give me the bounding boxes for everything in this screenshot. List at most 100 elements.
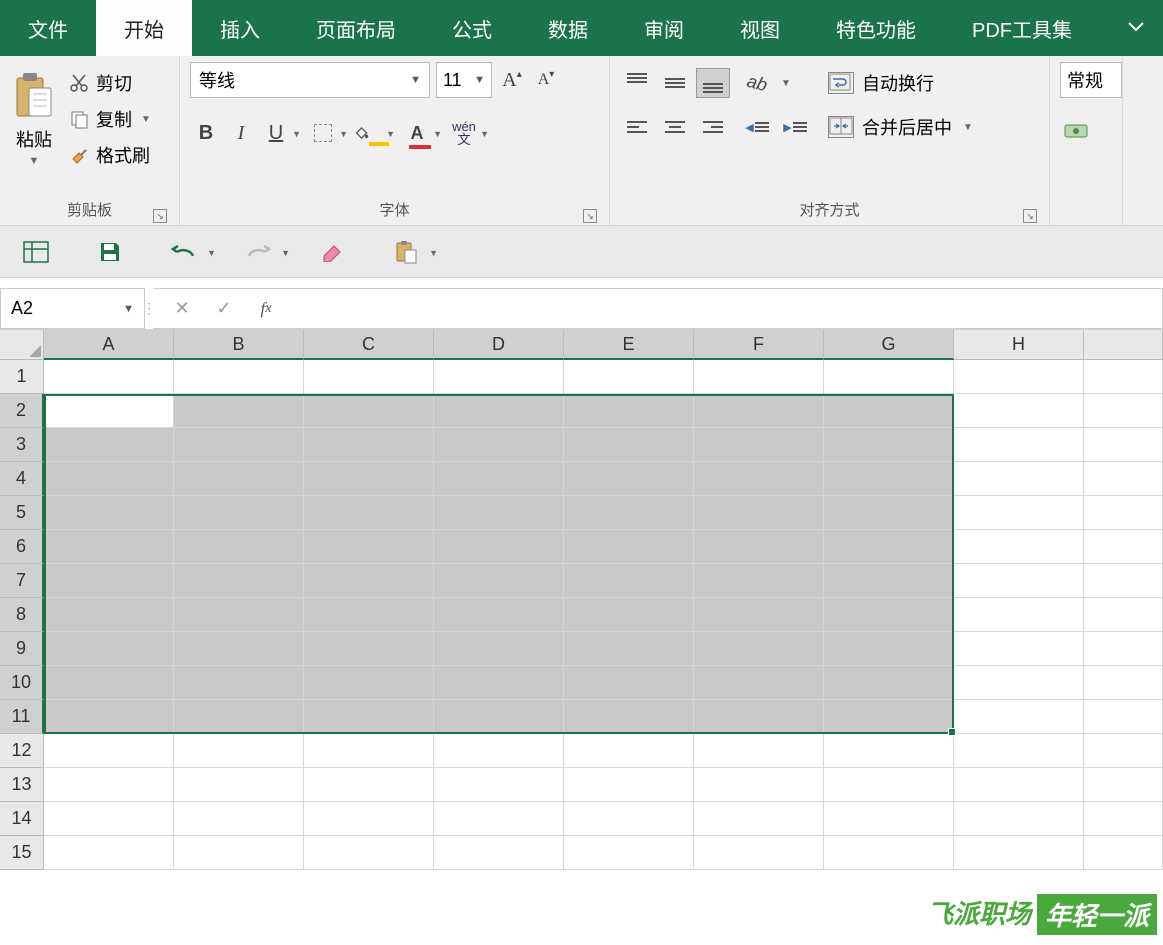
chevron-down-icon[interactable]: ▼ [292,129,301,139]
col-header-D[interactable]: D [434,330,564,360]
cell[interactable] [174,666,304,700]
cell[interactable] [434,802,564,836]
cell[interactable] [954,802,1084,836]
phonetic-guide-button[interactable]: wén文▼ [448,116,480,150]
cell[interactable] [44,802,174,836]
cell[interactable] [174,632,304,666]
cell[interactable] [434,598,564,632]
cell[interactable] [694,428,824,462]
row-header-6[interactable]: 6 [0,530,44,564]
cell[interactable] [44,428,174,462]
tab-file[interactable]: 文件 [0,0,96,56]
increase-indent-button[interactable]: ▶ [778,112,812,142]
chevron-down-icon[interactable]: ▼ [207,248,216,258]
cell[interactable] [44,496,174,530]
underline-button[interactable]: U▼ [260,116,292,150]
cell[interactable] [174,360,304,394]
border-button[interactable]: ▼ [307,116,339,150]
cell[interactable] [44,394,174,428]
align-middle-button[interactable] [658,68,692,98]
select-all-corner[interactable] [0,330,44,360]
cell[interactable] [1084,666,1163,700]
cell[interactable] [434,462,564,496]
orientation-dropdown[interactable]: ▼ [778,68,794,98]
cell[interactable] [1084,632,1163,666]
cell[interactable] [694,802,824,836]
cell[interactable] [954,462,1084,496]
cell[interactable] [174,768,304,802]
name-box[interactable]: A2 ▼ [0,288,145,329]
col-header-C[interactable]: C [304,330,434,360]
cell[interactable] [44,768,174,802]
cell[interactable] [304,802,434,836]
cell[interactable] [174,700,304,734]
cell[interactable] [694,564,824,598]
copy-button[interactable]: 复制 ▼ [64,104,155,134]
cell[interactable] [434,632,564,666]
cell[interactable] [304,428,434,462]
font-size-selector[interactable]: 11 ▼ [436,62,492,98]
cell[interactable] [694,836,824,870]
font-launcher-icon[interactable]: ↘ [583,209,597,223]
cell[interactable] [434,768,564,802]
cell[interactable] [564,360,694,394]
col-header-H[interactable]: H [954,330,1084,360]
chevron-down-icon[interactable]: ▼ [433,129,442,139]
tab-insert[interactable]: 插入 [192,0,288,56]
clipboard-launcher-icon[interactable]: ↘ [153,209,167,223]
merge-center-button[interactable]: 合并后居中 ▼ [822,112,979,142]
cell[interactable] [694,496,824,530]
cell[interactable] [174,530,304,564]
cell[interactable] [954,632,1084,666]
chevron-down-icon[interactable]: ▼ [339,129,348,139]
cell[interactable] [954,360,1084,394]
paste-label[interactable]: 粘贴 [16,126,52,152]
cell[interactable] [434,394,564,428]
cell[interactable] [564,530,694,564]
cell[interactable] [434,530,564,564]
cell[interactable] [44,700,174,734]
cell[interactable] [564,394,694,428]
cell[interactable] [44,564,174,598]
cell[interactable] [304,632,434,666]
tab-home[interactable]: 开始 [96,0,192,56]
row-header-14[interactable]: 14 [0,802,44,836]
cell[interactable] [954,428,1084,462]
align-right-button[interactable] [696,112,730,142]
copy-dropdown-icon[interactable]: ▼ [141,114,151,125]
font-color-button[interactable]: A▼ [401,116,433,150]
cell[interactable] [694,530,824,564]
cell[interactable] [1084,802,1163,836]
cell[interactable] [694,462,824,496]
tab-view[interactable]: 视图 [712,0,808,56]
cell[interactable] [304,360,434,394]
cell[interactable] [304,700,434,734]
cell[interactable] [954,394,1084,428]
cell[interactable] [174,802,304,836]
cell[interactable] [434,836,564,870]
chevron-down-icon[interactable]: ▼ [480,129,489,139]
cell[interactable] [954,700,1084,734]
cell[interactable] [954,496,1084,530]
qat-freeze-button[interactable] [18,236,54,268]
cell[interactable] [564,598,694,632]
formula-input[interactable] [295,288,1163,329]
paste-dropdown-icon[interactable]: ▼ [29,155,40,167]
cell[interactable] [434,734,564,768]
cell[interactable] [44,462,174,496]
qat-undo-button[interactable]: ▼ [166,236,202,268]
cell[interactable] [564,462,694,496]
cell[interactable] [44,530,174,564]
tab-data[interactable]: 数据 [520,0,616,56]
cell[interactable] [174,428,304,462]
row-header-2[interactable]: 2 [0,394,44,428]
cell[interactable] [694,734,824,768]
col-header-G[interactable]: G [824,330,954,360]
cell[interactable] [44,360,174,394]
cell[interactable] [1084,564,1163,598]
cell[interactable] [564,428,694,462]
tab-pdf-tools[interactable]: PDF工具集 [944,0,1100,56]
cell[interactable] [954,598,1084,632]
cell[interactable] [304,564,434,598]
cell[interactable] [824,666,954,700]
